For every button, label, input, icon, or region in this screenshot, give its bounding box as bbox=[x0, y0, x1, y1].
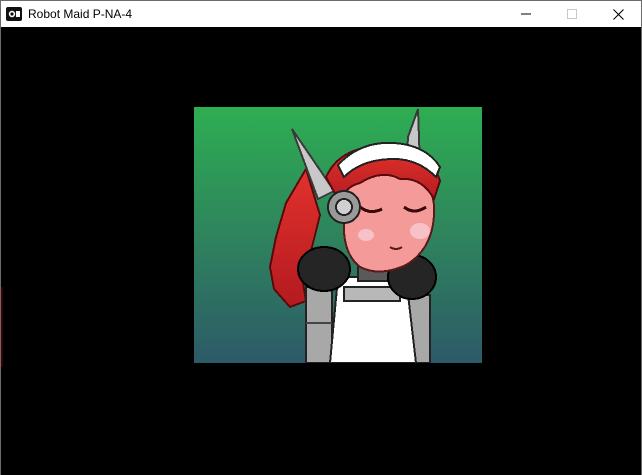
title-bar[interactable]: Robot Maid P-NA-4 bbox=[1, 1, 641, 27]
window-controls bbox=[503, 1, 641, 27]
maximize-icon bbox=[567, 9, 577, 19]
minimize-button[interactable] bbox=[503, 1, 549, 27]
screen-edge-artifact bbox=[1, 287, 3, 367]
window-title: Robot Maid P-NA-4 bbox=[28, 7, 133, 21]
minimize-icon bbox=[521, 13, 531, 15]
character-portrait bbox=[194, 107, 482, 363]
close-button[interactable] bbox=[595, 1, 641, 27]
maximize-button[interactable] bbox=[549, 1, 595, 27]
robot-maid-character bbox=[194, 107, 482, 363]
game-window: Robot Maid P-NA-4 bbox=[0, 0, 642, 475]
game-viewport[interactable] bbox=[1, 27, 641, 475]
game-controller-icon bbox=[6, 6, 22, 22]
close-icon bbox=[612, 8, 624, 20]
